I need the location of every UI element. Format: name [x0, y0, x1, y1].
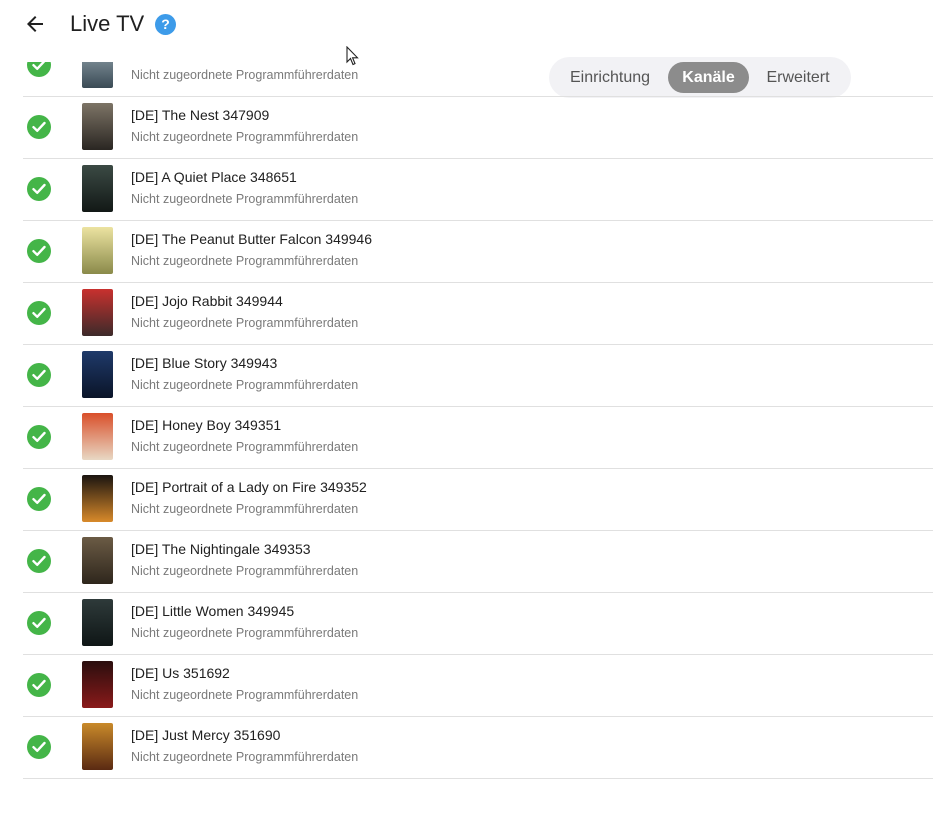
channel-guide-status: Nicht zugeordnete Programmführerdaten	[131, 688, 359, 702]
channel-poster	[82, 103, 113, 150]
channel-name: [DE] Jojo Rabbit 349944	[131, 293, 283, 309]
channel-row[interactable]: [DE] Little Women 349945 Nicht zugeordnet…	[23, 592, 933, 655]
check-circle-icon	[27, 301, 51, 325]
channel-name: [DE] Honey Boy 349351	[131, 417, 282, 433]
check-circle-icon	[27, 611, 51, 635]
check-circle-icon	[27, 177, 51, 201]
channel-row[interactable]: [DE] The Nest 347909 Nicht zugeordnete Pr…	[23, 96, 933, 159]
back-button[interactable]	[23, 12, 47, 36]
channel-poster	[82, 413, 113, 460]
channel-poster	[82, 165, 113, 212]
check-circle-icon	[27, 487, 51, 511]
channel-guide-status: Nicht zugeordnete Programmführerdaten	[131, 750, 359, 764]
check-circle-icon	[27, 62, 51, 77]
channel-name: [DE] Blue Story 349943	[131, 355, 278, 371]
channel-poster	[82, 62, 113, 88]
channel-row[interactable]: [DE] Us 351692 Nicht zugeordnete Programm…	[23, 654, 933, 717]
channel-poster	[82, 227, 113, 274]
channel-list: Nicht zugeordnete Programmführerdaten [DE…	[23, 62, 933, 814]
check-circle-icon	[27, 673, 51, 697]
channel-guide-status: Nicht zugeordnete Programmführerdaten	[131, 316, 359, 330]
channel-poster	[82, 537, 113, 584]
channel-row[interactable]: Nicht zugeordnete Programmführerdaten	[23, 62, 933, 97]
channel-row[interactable]: [DE] Blue Story 349943 Nicht zugeordnete …	[23, 344, 933, 407]
channel-name: [DE] Us 351692	[131, 665, 230, 681]
help-icon[interactable]: ?	[155, 14, 176, 35]
channel-poster	[82, 351, 113, 398]
page-title: Live TV	[70, 11, 145, 36]
channel-name: [DE] The Peanut Butter Falcon 349946	[131, 231, 373, 247]
channel-guide-status: Nicht zugeordnete Programmführerdaten	[131, 564, 359, 578]
check-circle-icon	[27, 425, 51, 449]
channel-poster	[82, 661, 113, 708]
channel-row[interactable]: [DE] The Nightingale 349353 Nicht zugeord…	[23, 530, 933, 593]
channel-poster	[82, 289, 113, 336]
channel-name: [DE] A Quiet Place 348651	[131, 169, 297, 185]
arrow-left-icon	[27, 16, 43, 32]
channel-guide-status: Nicht zugeordnete Programmführerdaten	[131, 130, 359, 144]
channel-name: [DE] The Nest 347909	[131, 107, 270, 123]
channel-guide-status: Nicht zugeordnete Programmführerdaten	[131, 502, 359, 516]
channel-name: [DE] Just Mercy 351690	[131, 727, 281, 743]
check-circle-icon	[27, 115, 51, 139]
channel-name: [DE] Little Women 349945	[131, 603, 295, 619]
channel-name: [DE] The Nightingale 349353	[131, 541, 311, 557]
header-bar: Live TV ?	[0, 0, 933, 66]
check-circle-icon	[27, 549, 51, 573]
channel-guide-status: Nicht zugeordnete Programmführerdaten	[131, 440, 359, 454]
channel-guide-status: Nicht zugeordnete Programmführerdaten	[131, 626, 359, 640]
channel-guide-status: Nicht zugeordnete Programmführerdaten	[131, 192, 359, 206]
channel-guide-status: Nicht zugeordnete Programmführerdaten	[131, 378, 359, 392]
channel-poster	[82, 599, 113, 646]
check-circle-icon	[27, 239, 51, 263]
channel-row[interactable]: [DE] Portrait of a Lady on Fire 349352 Ni…	[23, 468, 933, 531]
channel-poster	[82, 475, 113, 522]
channel-row[interactable]: [DE] Just Mercy 351690 Nicht zugeordnete …	[23, 716, 933, 779]
check-circle-icon	[27, 735, 51, 759]
channel-row[interactable]: [DE] A Quiet Place 348651 Nicht zugeordne…	[23, 158, 933, 221]
channel-row[interactable]: [DE] The Peanut Butter Falcon 349946 Nich…	[23, 220, 933, 283]
channel-poster	[82, 723, 113, 770]
channel-row[interactable]: [DE] Honey Boy 349351 Nicht zugeordnete P…	[23, 406, 933, 469]
channel-name: [DE] Portrait of a Lady on Fire 349352	[131, 479, 367, 495]
check-circle-icon	[27, 363, 51, 387]
channel-guide-status: Nicht zugeordnete Programmführerdaten	[131, 254, 359, 268]
channel-guide-status: Nicht zugeordnete Programmführerdaten	[131, 68, 359, 82]
channel-row[interactable]: [DE] Jojo Rabbit 349944 Nicht zugeordnete…	[23, 282, 933, 345]
